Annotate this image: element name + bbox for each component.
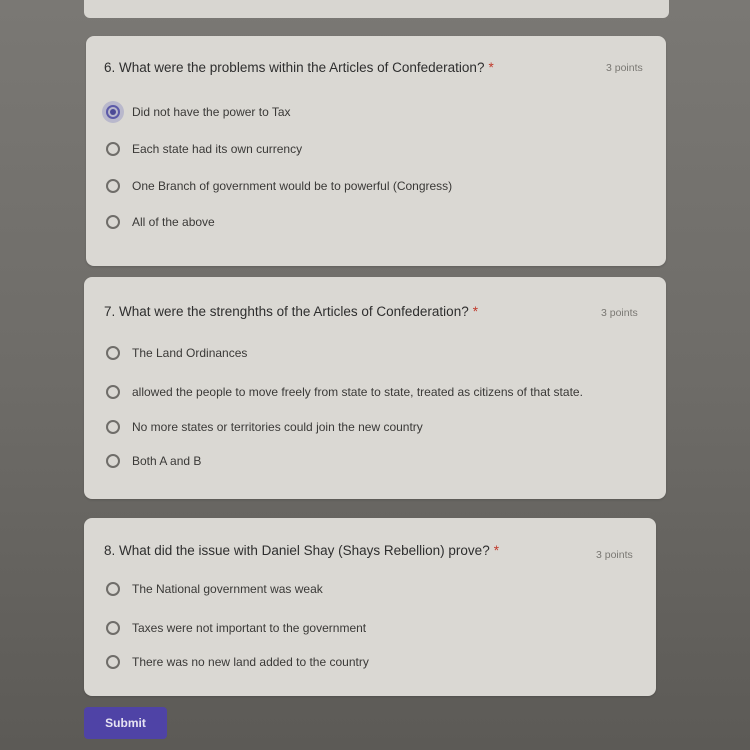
radio-button[interactable] [106, 655, 120, 669]
points-label: 3 points [606, 62, 643, 74]
radio-option[interactable]: No more states or territories could join… [102, 416, 423, 438]
radio-option[interactable]: Each state had its own currency [102, 138, 302, 160]
required-asterisk: * [488, 60, 494, 75]
question-title: 8. What did the issue with Daniel Shay (… [104, 543, 499, 558]
option-label: There was no new land added to the count… [132, 655, 369, 669]
required-asterisk: * [472, 304, 478, 319]
question-text: 7. What were the strenghths of the Artic… [104, 304, 469, 319]
radio-button[interactable] [106, 385, 120, 399]
radio-button-wrap[interactable] [102, 211, 124, 233]
radio-button[interactable] [106, 582, 120, 596]
radio-button-wrap[interactable] [102, 617, 124, 639]
radio-button-wrap[interactable] [102, 101, 124, 123]
radio-button-wrap[interactable] [102, 651, 124, 673]
radio-option[interactable]: Taxes were not important to the governme… [102, 617, 366, 639]
required-asterisk: * [493, 543, 499, 558]
option-label: No more states or territories could join… [132, 420, 423, 434]
radio-button-wrap[interactable] [102, 138, 124, 160]
radio-option[interactable]: There was no new land added to the count… [102, 651, 369, 673]
option-label: The National government was weak [132, 582, 323, 596]
option-label: Taxes were not important to the governme… [132, 621, 367, 635]
option-label: One Branch of government would be to pow… [132, 179, 453, 193]
submit-button[interactable]: Submit [84, 707, 167, 739]
question-card-8: 8. What did the issue with Daniel Shay (… [84, 518, 656, 696]
radio-button[interactable] [106, 215, 120, 229]
question-title: 6. What were the problems within the Art… [104, 60, 494, 75]
question-card-6: 6. What were the problems within the Art… [86, 36, 666, 266]
radio-button-checked[interactable] [106, 105, 120, 119]
points-label: 3 points [596, 549, 633, 561]
radio-button-wrap[interactable] [102, 450, 124, 472]
radio-option[interactable]: One Branch of government would be to pow… [102, 175, 452, 197]
radio-button-wrap[interactable] [102, 381, 124, 403]
option-label: Did not have the power to Tax [132, 105, 291, 119]
radio-button-wrap[interactable] [102, 578, 124, 600]
radio-option[interactable]: The National government was weak [102, 578, 323, 600]
radio-button-wrap[interactable] [102, 416, 124, 438]
question-card-7: 7. What were the strenghths of the Artic… [84, 277, 666, 499]
option-label: The Land Ordinances [132, 346, 248, 360]
question-text: 8. What did the issue with Daniel Shay (… [104, 543, 490, 558]
previous-question-card [84, 0, 669, 18]
radio-option[interactable]: Did not have the power to Tax [102, 101, 291, 123]
radio-button[interactable] [106, 420, 120, 434]
option-label: All of the above [132, 215, 215, 229]
radio-button-wrap[interactable] [102, 342, 124, 364]
radio-button[interactable] [106, 454, 120, 468]
radio-option[interactable]: allowed the people to move freely from s… [102, 381, 583, 403]
question-title: 7. What were the strenghths of the Artic… [104, 304, 478, 319]
option-label: allowed the people to move freely from s… [132, 385, 583, 399]
points-label: 3 points [601, 307, 638, 319]
option-label: Both A and B [132, 454, 202, 468]
radio-option[interactable]: All of the above [102, 211, 215, 233]
radio-button[interactable] [106, 346, 120, 360]
radio-button[interactable] [106, 142, 120, 156]
radio-button-wrap[interactable] [102, 175, 124, 197]
question-text: 6. What were the problems within the Art… [104, 60, 485, 75]
option-label: Each state had its own currency [132, 142, 303, 156]
radio-button[interactable] [106, 621, 120, 635]
radio-option[interactable]: The Land Ordinances [102, 342, 247, 364]
radio-button[interactable] [106, 179, 120, 193]
form-page: 6. What were the problems within the Art… [0, 0, 750, 750]
radio-option[interactable]: Both A and B [102, 450, 201, 472]
